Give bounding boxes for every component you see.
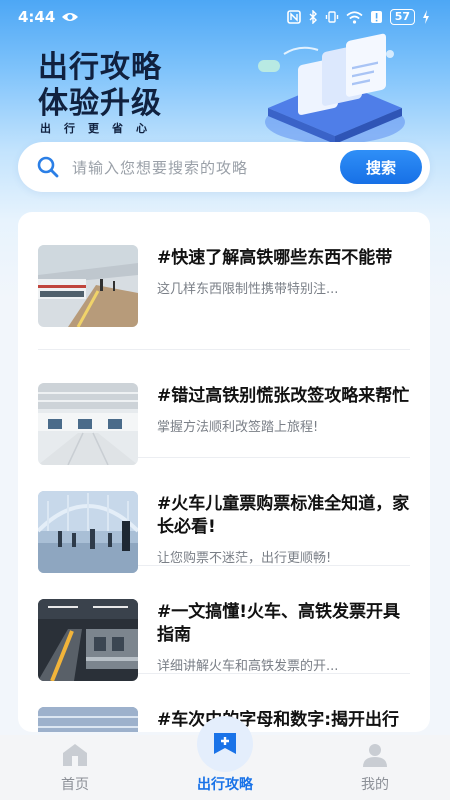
wifi-icon <box>346 10 363 24</box>
nav-label-profile: 我的 <box>361 777 389 793</box>
article-thumbnail <box>38 491 138 573</box>
article-title[interactable]: #一文搞懂!火车、高铁发票开具指南 <box>157 601 410 647</box>
article-thumbnail <box>38 383 138 465</box>
article-desc: 掌握方法顺利改签踏上旅程! <box>157 420 319 435</box>
eye-icon <box>62 13 79 21</box>
article-text: #快速了解高铁哪些东西不能带 这几样东西限制性携带特别注... <box>157 245 410 349</box>
station-ceiling-image <box>38 707 138 732</box>
hero-title: 出行攻略 体验升级 <box>38 50 162 122</box>
list-item[interactable]: #错过高铁别慌张改签攻略来帮忙 掌握方法顺利改签踏上旅程! <box>38 350 410 465</box>
guide-flag-icon <box>214 733 236 754</box>
article-title[interactable]: #车次中的字母和数字:揭开出行密码 <box>157 709 410 732</box>
hero-document-illustration <box>258 33 405 144</box>
app-screen: 4:44 57 出行攻略 体验升级 出行更省心 请输入您想要搜索的攻略 搜索 #… <box>0 0 450 800</box>
article-desc: 详细讲解火车和高铁发票的开... <box>157 659 339 674</box>
metro-platform-image <box>38 599 138 681</box>
nav-active-highlight <box>197 716 253 772</box>
train-platform-image <box>38 245 138 327</box>
article-desc: 让您购票不迷茫，出行更顺畅! <box>157 551 332 566</box>
list-item[interactable]: #一文搞懂!火车、高铁发票开具指南 详细讲解火车和高铁发票的开... <box>38 566 410 681</box>
status-bar: 4:44 57 <box>0 0 450 34</box>
search-input[interactable]: 请输入您想要搜索的攻略 <box>72 157 340 178</box>
hero-subtitle: 出行更省心 <box>40 122 160 135</box>
search-bar[interactable]: 请输入您想要搜索的攻略 搜索 <box>18 142 430 192</box>
hero-title-line2: 体验升级 <box>38 86 162 121</box>
article-title[interactable]: #错过高铁别慌张改签攻略来帮忙 <box>157 385 410 408</box>
article-thumbnail <box>38 245 138 327</box>
nav-item-profile[interactable]: 我的 <box>315 740 435 794</box>
article-text: #火车儿童票购票标准全知道，家长必看! 让您购票不迷茫，出行更顺畅! <box>157 491 410 566</box>
user-icon <box>363 744 387 767</box>
battery-indicator: 57 <box>389 9 415 25</box>
hero-title-line1: 出行攻略 <box>38 50 162 85</box>
article-thumbnail <box>38 599 138 681</box>
search-icon <box>37 156 59 178</box>
nav-item-home[interactable]: 首页 <box>15 740 135 794</box>
station-concourse-image <box>38 491 138 573</box>
nav-label-home: 首页 <box>61 777 89 793</box>
vibrate-icon <box>325 11 338 23</box>
status-right: 57 <box>286 9 430 25</box>
search-button[interactable]: 搜索 <box>340 150 422 184</box>
signal-alert-icon <box>370 11 382 23</box>
article-title[interactable]: #快速了解高铁哪些东西不能带 <box>157 247 410 270</box>
article-text: #错过高铁别慌张改签攻略来帮忙 掌握方法顺利改签踏上旅程! <box>157 383 410 457</box>
article-title[interactable]: #火车儿童票购票标准全知道，家长必看! <box>157 493 410 539</box>
charging-icon <box>423 10 429 24</box>
nfc-icon <box>286 10 301 24</box>
article-text: #车次中的字母和数字:揭开出行密码 <box>157 707 410 732</box>
bluetooth-icon <box>309 10 317 24</box>
home-icon <box>63 744 87 766</box>
article-text: #一文搞懂!火车、高铁发票开具指南 详细讲解火车和高铁发票的开... <box>157 599 410 674</box>
list-item[interactable]: #快速了解高铁哪些东西不能带 这几样东西限制性携带特别注... <box>38 212 410 350</box>
status-left: 4:44 <box>18 8 79 26</box>
nav-item-guide[interactable]: 出行攻略 <box>165 716 285 794</box>
article-thumbnail <box>38 707 138 732</box>
station-hall-image <box>38 383 138 465</box>
bottom-nav: 首页 出行攻略 我的 <box>0 716 450 800</box>
article-desc: 这几样东西限制性携带特别注... <box>157 282 339 297</box>
status-time: 4:44 <box>18 8 56 26</box>
nav-label-guide: 出行攻略 <box>197 777 253 793</box>
article-list: #快速了解高铁哪些东西不能带 这几样东西限制性携带特别注... #错过高铁别慌张… <box>18 212 430 732</box>
list-item[interactable]: #火车儿童票购票标准全知道，家长必看! 让您购票不迷茫，出行更顺畅! <box>38 458 410 573</box>
